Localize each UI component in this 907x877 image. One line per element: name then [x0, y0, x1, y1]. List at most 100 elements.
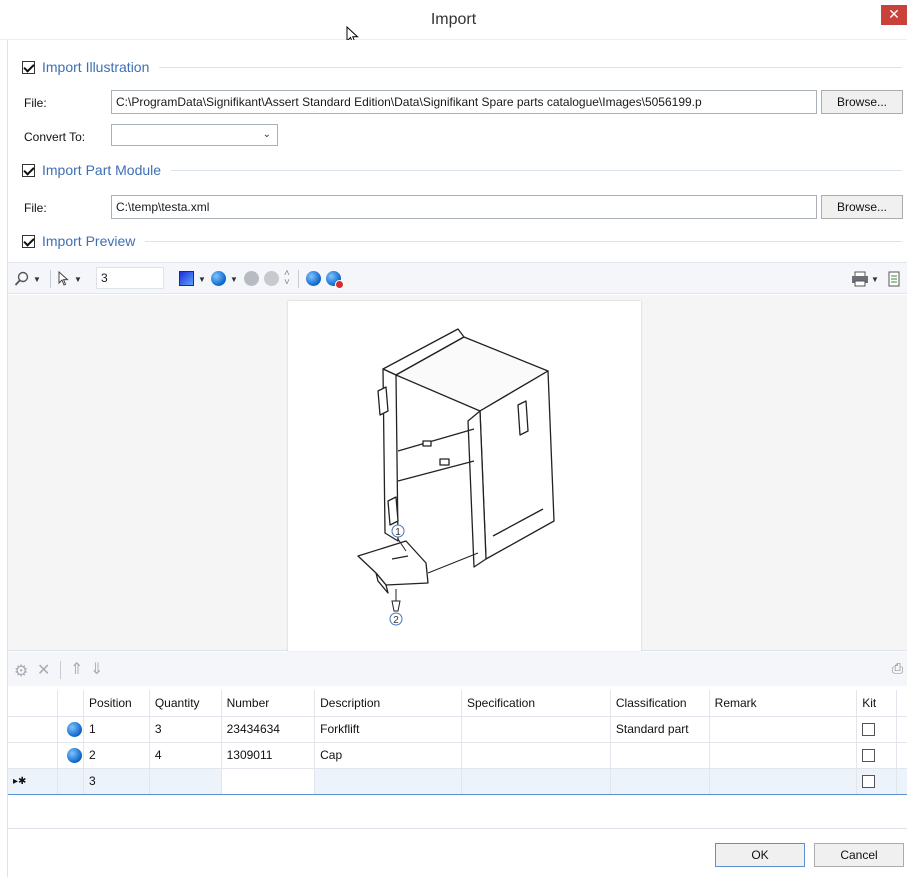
ball-cell — [57, 767, 85, 795]
cell-specification[interactable] — [461, 767, 611, 795]
cell-quantity[interactable]: 4 — [149, 742, 222, 769]
new-table-row[interactable]: ▸✱ 3 — [8, 767, 907, 795]
dialog-body: Import Illustration File: C:\ProgramData… — [7, 40, 907, 877]
cancel-button[interactable]: Cancel — [814, 843, 904, 867]
column-header-description[interactable]: Description — [314, 690, 462, 717]
part-module-browse-button[interactable]: Browse... — [821, 195, 903, 219]
print-icon[interactable] — [851, 271, 869, 287]
illustration-sheet: 1 2 — [288, 301, 641, 651]
new-row-marker[interactable]: ▸✱ — [8, 767, 59, 795]
toolbar-separator — [50, 270, 51, 288]
convert-to-select[interactable]: ⌄ — [111, 124, 278, 146]
column-header-number[interactable]: Number — [221, 690, 316, 717]
dialog-footer: OK Cancel — [8, 828, 907, 877]
column-header-kit[interactable]: Kit — [856, 690, 897, 717]
position-input[interactable]: 3 — [96, 267, 164, 289]
part-module-file-input[interactable]: C:\temp\testa.xml — [111, 195, 817, 219]
column-header-classification[interactable]: Classification — [610, 690, 710, 717]
cell-remark[interactable] — [709, 767, 858, 795]
column-header-quantity[interactable]: Quantity — [149, 690, 222, 717]
cell-description[interactable]: Cap — [314, 742, 462, 769]
cell-position[interactable]: 2 — [83, 742, 150, 769]
move-down-icon[interactable]: ⇓ — [90, 659, 103, 679]
illustration-browse-button[interactable]: Browse... — [821, 90, 903, 114]
kit-checkbox[interactable] — [862, 749, 876, 763]
blue-ball-icon — [57, 716, 85, 743]
cell-position[interactable]: 1 — [83, 716, 150, 743]
gray-ball-icon[interactable] — [264, 271, 279, 286]
column-header-position[interactable]: Position — [83, 690, 150, 717]
import-preview-group: Import Preview — [22, 231, 902, 251]
import-preview-checkbox[interactable] — [22, 234, 35, 248]
cell-specification[interactable] — [461, 716, 611, 743]
callout-1[interactable]: 1 — [395, 527, 401, 538]
convert-to-label: Convert To: — [24, 130, 86, 144]
import-part-module-label: Import Part Module — [42, 162, 162, 178]
cell-quantity[interactable] — [149, 767, 222, 795]
print-dropdown-icon[interactable]: ▼ — [871, 275, 879, 284]
export-icon[interactable] — [888, 271, 900, 287]
cell-classification[interactable] — [610, 742, 710, 769]
import-illustration-label: Import Illustration — [42, 59, 150, 75]
delete-icon[interactable]: ✕ — [37, 660, 50, 680]
no-entry-icon — [335, 280, 344, 289]
cell-remark[interactable] — [709, 742, 858, 769]
select-arrow-icon[interactable] — [58, 271, 70, 287]
close-button[interactable]: ✕ — [881, 5, 907, 25]
toolbar-separator — [60, 661, 61, 679]
color-dropdown-icon[interactable]: ▼ — [198, 275, 206, 284]
cell-number[interactable] — [221, 767, 316, 795]
cell-position[interactable]: 3 — [83, 767, 150, 795]
cell-classification[interactable] — [610, 767, 710, 795]
chevron-down-icon: ⌄ — [262, 129, 271, 140]
ball-dropdown-icon[interactable]: ▼ — [230, 275, 238, 284]
cell-number[interactable]: 23434634 — [221, 716, 316, 743]
ok-button[interactable]: OK — [715, 843, 805, 867]
cell-kit[interactable] — [856, 767, 897, 795]
print-icon[interactable]: ⎙ — [892, 660, 903, 677]
cell-quantity[interactable]: 3 — [149, 716, 222, 743]
cell-description[interactable]: Forkflift — [314, 716, 462, 743]
zoom-dropdown-icon[interactable]: ▼ — [33, 275, 41, 284]
cell-classification[interactable]: Standard part — [610, 716, 710, 743]
cell-kit[interactable] — [856, 716, 897, 743]
zoom-icon[interactable] — [14, 271, 30, 287]
cell-specification[interactable] — [461, 742, 611, 769]
table-row[interactable]: 1 3 23434634 Forkflift Standard part — [8, 716, 907, 743]
row-header[interactable] — [8, 742, 59, 769]
group-divider — [171, 169, 902, 171]
kit-checkbox[interactable] — [862, 775, 876, 789]
cell-remark[interactable] — [709, 716, 858, 743]
import-illustration-checkbox[interactable] — [22, 60, 35, 74]
cell-filler — [896, 742, 907, 769]
move-up-icon[interactable]: ⇑ — [70, 659, 83, 679]
table-row[interactable]: 2 4 1309011 Cap — [8, 742, 907, 769]
import-preview-label: Import Preview — [42, 233, 136, 249]
callout-2[interactable]: 2 — [393, 615, 399, 626]
blue-ball-icon — [57, 742, 85, 769]
row-header[interactable] — [8, 716, 59, 743]
parts-grid: Position Quantity Number Description Spe… — [8, 690, 907, 830]
gray-ball-icon[interactable] — [244, 271, 259, 286]
spinner-icon[interactable]: ˄ ˅ — [284, 269, 290, 288]
column-filler — [896, 690, 907, 717]
help-ball-icon[interactable] — [306, 271, 321, 286]
gear-icon[interactable]: ⚙ — [14, 661, 28, 681]
preview-area[interactable]: 1 2 — [8, 295, 907, 651]
row-header-corner — [8, 690, 59, 717]
exploded-drawing: 1 2 — [357, 328, 555, 626]
group-divider — [145, 240, 902, 242]
cell-kit[interactable] — [856, 742, 897, 769]
column-header-specification[interactable]: Specification — [461, 690, 611, 717]
color-square-icon[interactable] — [179, 271, 194, 286]
cell-number[interactable]: 1309011 — [221, 742, 316, 769]
cell-description[interactable] — [314, 767, 462, 795]
kit-checkbox[interactable] — [862, 723, 876, 737]
toolbar-separator — [298, 270, 299, 288]
table-header-row: Position Quantity Number Description Spe… — [8, 690, 907, 717]
illustration-file-input[interactable]: C:\ProgramData\Signifikant\Assert Standa… — [111, 90, 817, 114]
select-dropdown-icon[interactable]: ▼ — [74, 275, 82, 284]
import-part-module-checkbox[interactable] — [22, 163, 35, 177]
column-header-remark[interactable]: Remark — [709, 690, 858, 717]
blue-ball-icon[interactable] — [211, 271, 226, 286]
